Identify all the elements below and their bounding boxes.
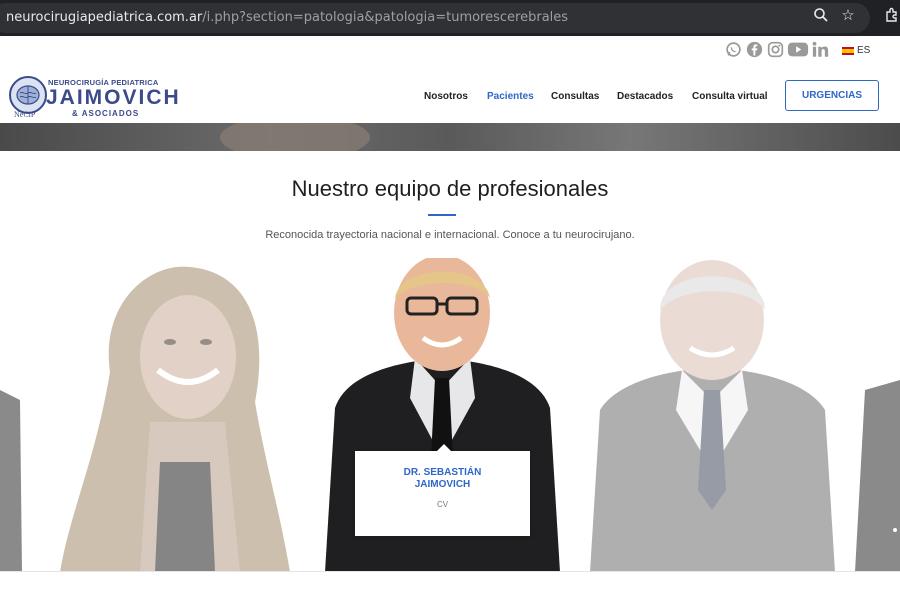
featured-member-name[interactable]: DR. SEBASTIÁN JAIMOVICH [355, 467, 530, 491]
cv-link[interactable]: CV [355, 500, 530, 509]
browser-chrome: neurocirugiapediatrica.com.ar/i.php?sect… [0, 0, 900, 36]
url-host: neurocirugiapediatrica.com.ar [6, 10, 203, 25]
social-bar: ES [0, 36, 900, 73]
language-selector[interactable]: ES [842, 45, 870, 56]
nav-consultas[interactable]: Consultas [551, 91, 599, 102]
linkedin-icon[interactable] [812, 41, 830, 63]
facebook-icon[interactable] [746, 41, 763, 63]
instagram-icon[interactable] [767, 41, 784, 63]
section-subtitle: Reconocida trayectoria nacional e intern… [265, 229, 635, 241]
team-member-photo-older-man[interactable] [590, 260, 835, 572]
featured-member-card[interactable]: DR. SEBASTIÁN JAIMOVICH CV [355, 444, 530, 536]
featured-name-line2: JAIMOVICH [414, 479, 471, 490]
nav-pacientes[interactable]: Pacientes [487, 91, 534, 102]
logo-name: JAIMOVICH [46, 86, 181, 109]
zoom-icon[interactable] [812, 7, 830, 25]
logo-badge: NeCiP [14, 110, 36, 119]
title-divider [428, 214, 456, 216]
language-label: ES [857, 45, 871, 56]
section-bottom-divider [0, 571, 900, 572]
logo-subtitle: & ASOCIADOS [72, 109, 140, 118]
nav-nosotros[interactable]: Nosotros [424, 91, 468, 102]
nav-consulta-virtual[interactable]: Consulta virtual [692, 91, 768, 102]
card-pointer [437, 444, 451, 451]
star-icon[interactable]: ☆ [839, 7, 857, 25]
url-path: /i.php?section=patologia&patologia=tumor… [202, 10, 569, 25]
main-navbar: NeCiP NEUROCIRUGÍA PEDIATRICA JAIMOVICH … [0, 72, 900, 123]
spain-flag-icon [842, 46, 854, 55]
nav-destacados[interactable]: Destacados [617, 91, 673, 102]
hero-image [0, 123, 900, 151]
team-member-photo-left-edge[interactable] [0, 380, 24, 572]
extensions-icon[interactable] [883, 7, 900, 25]
brain-logo-icon [9, 76, 47, 114]
section-title: Nuestro equipo de profesionales [291, 176, 609, 201]
urgencias-button[interactable]: URGENCIAS [785, 80, 879, 111]
team-member-photo-woman[interactable] [40, 262, 305, 572]
featured-name-line1: DR. SEBASTIÁN [403, 467, 482, 478]
team-member-photo-right-edge[interactable] [855, 380, 900, 572]
hero-face [220, 123, 370, 151]
whatsapp-icon[interactable] [725, 41, 742, 63]
url-text[interactable]: neurocirugiapediatrica.com.ar/i.php?sect… [6, 10, 568, 25]
address-bar[interactable]: neurocirugiapediatrica.com.ar/i.php?sect… [0, 3, 870, 33]
youtube-icon[interactable] [787, 41, 809, 63]
